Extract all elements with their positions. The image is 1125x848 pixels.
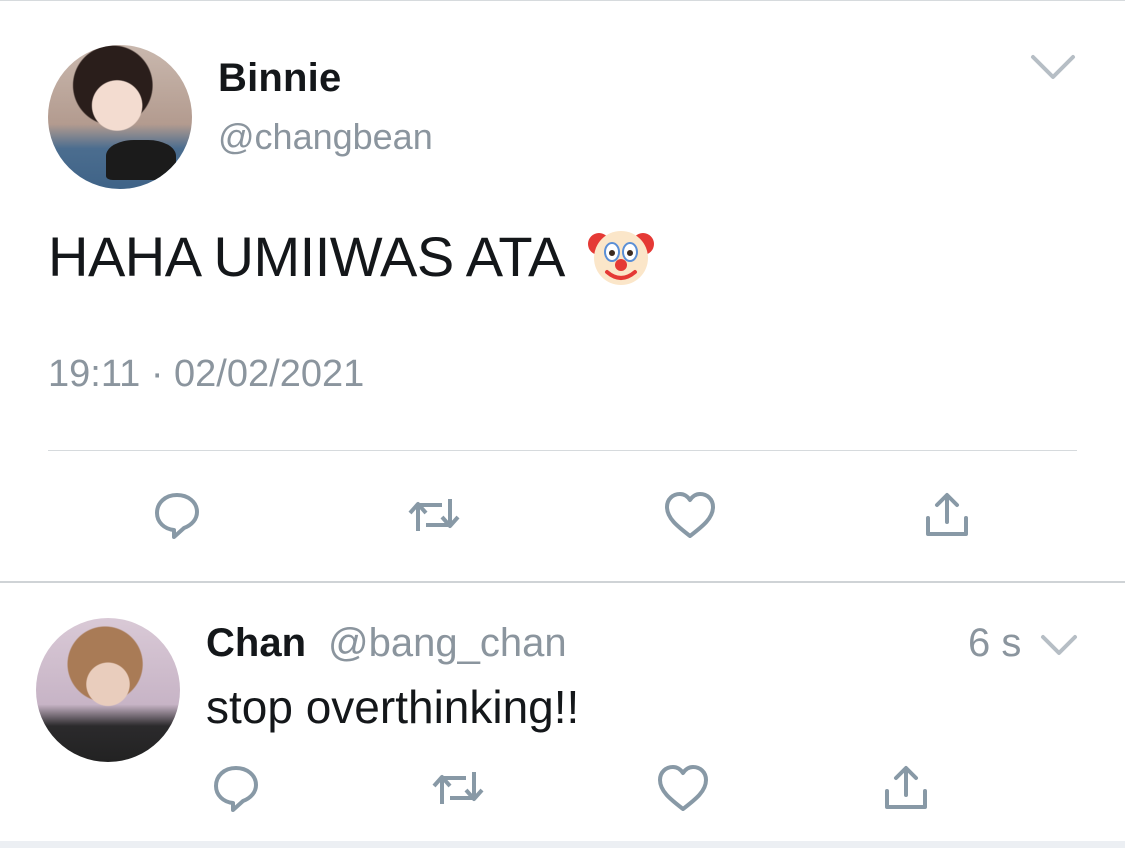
- clown-face-icon: [587, 231, 654, 285]
- author-avatar[interactable]: [48, 45, 192, 189]
- tweet-timestamp: 19:11 · 02/02/2021: [48, 353, 365, 395]
- share-icon: [926, 493, 968, 536]
- chevron-down-icon[interactable]: [1040, 632, 1078, 658]
- reply-time: 6 s: [968, 621, 1022, 665]
- reply-button[interactable]: [149, 487, 205, 543]
- main-tweet: Binnie @changbean HAHA UMIIWAS ATA 19:11…: [0, 0, 1125, 582]
- author-handle[interactable]: @changbean: [218, 116, 433, 158]
- tweet-text-content: HAHA UMIIWAS ATA: [48, 224, 565, 288]
- share-button[interactable]: [919, 487, 975, 543]
- tweet-separator: [0, 581, 1125, 583]
- retweet-button[interactable]: [406, 487, 462, 543]
- reply-share-button[interactable]: [878, 760, 934, 816]
- actions-divider: [48, 450, 1077, 451]
- like-icon: [658, 765, 708, 811]
- retweet-icon: [408, 499, 460, 531]
- reply-reply-button[interactable]: [208, 760, 264, 816]
- reply-display-name[interactable]: Chan: [206, 621, 306, 666]
- avatar-detail: [106, 140, 176, 180]
- chevron-down-icon[interactable]: [1030, 52, 1076, 82]
- reply-like-button[interactable]: [655, 760, 711, 816]
- bottom-divider: [0, 841, 1125, 848]
- retweet-icon: [432, 772, 484, 804]
- tweet-text: HAHA UMIIWAS ATA: [48, 222, 655, 290]
- like-button[interactable]: [662, 487, 718, 543]
- reply-retweet-button[interactable]: [430, 760, 486, 816]
- share-icon: [885, 766, 927, 809]
- reply-text: stop overthinking!!: [206, 681, 580, 733]
- reply-handle[interactable]: @bang_chan: [328, 621, 567, 666]
- like-icon: [665, 492, 715, 538]
- reply-author-avatar[interactable]: [36, 618, 180, 762]
- reply-icon: [155, 493, 199, 539]
- author-display-name[interactable]: Binnie: [218, 56, 341, 101]
- reply-icon: [214, 766, 258, 812]
